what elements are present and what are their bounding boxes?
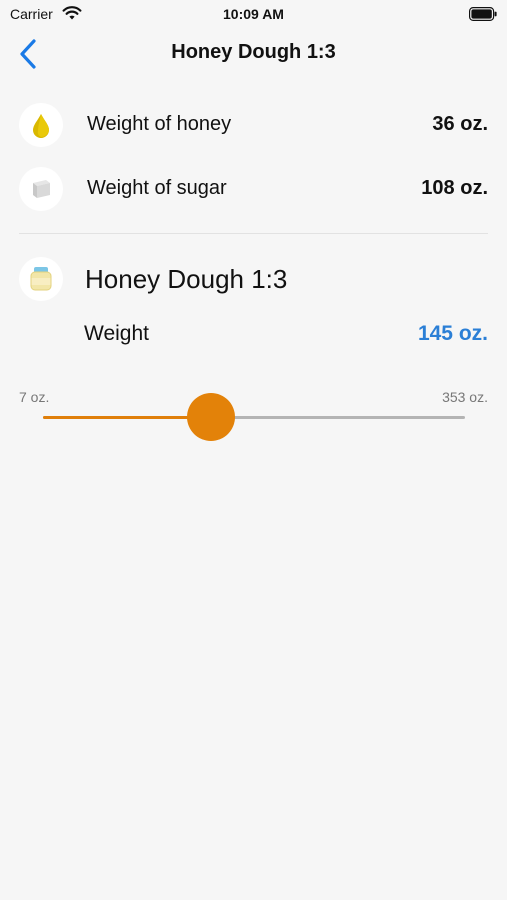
dough-jar-icon bbox=[19, 257, 63, 301]
honey-drop-icon bbox=[19, 103, 63, 147]
ingredient-value: 36 oz. bbox=[432, 113, 488, 135]
result-header: Honey Dough 1:3 bbox=[0, 255, 507, 303]
sugar-cube-icon bbox=[19, 167, 63, 211]
ingredient-row-honey: Weight of honey 36 oz. bbox=[0, 101, 507, 149]
weight-value: 145 oz. bbox=[417, 322, 488, 345]
navigation-bar: Honey Dough 1:3 bbox=[0, 30, 507, 76]
page-title: Honey Dough 1:3 bbox=[171, 41, 336, 63]
result-title: Honey Dough 1:3 bbox=[85, 264, 288, 294]
status-bar: Carrier 10:09 AM bbox=[0, 0, 507, 30]
ingredient-value: 108 oz. bbox=[421, 177, 488, 199]
ingredient-label: Weight of sugar bbox=[87, 177, 227, 199]
weight-row: Weight 145 oz. bbox=[0, 318, 507, 352]
divider bbox=[19, 233, 488, 234]
weight-slider[interactable] bbox=[43, 393, 465, 441]
ingredient-label: Weight of honey bbox=[87, 113, 232, 135]
clock-time: 10:09 AM bbox=[223, 6, 284, 22]
slider-thumb[interactable] bbox=[187, 393, 236, 441]
ingredient-row-sugar: Weight of sugar 108 oz. bbox=[0, 165, 507, 213]
battery-icon bbox=[469, 7, 497, 21]
slider-fill bbox=[43, 416, 212, 419]
weight-label: Weight bbox=[84, 322, 149, 345]
